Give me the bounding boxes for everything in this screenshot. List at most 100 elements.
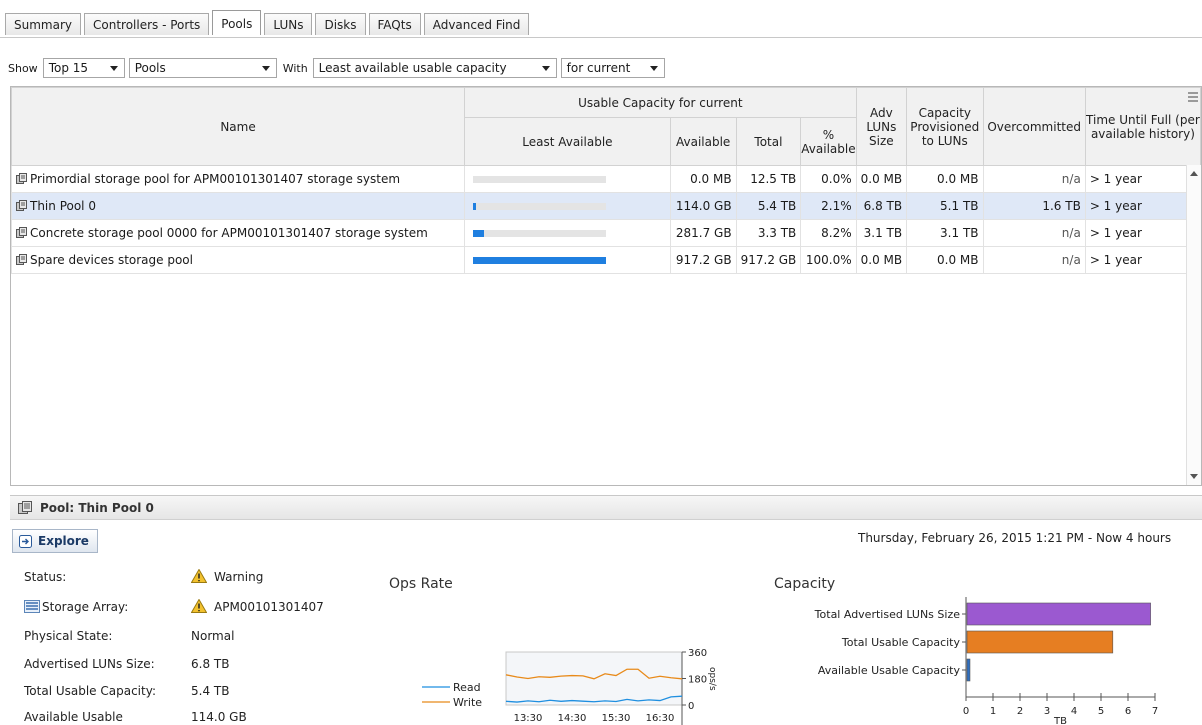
- col-total[interactable]: Total: [735, 117, 802, 166]
- top-n-value: Top 15: [48, 61, 89, 75]
- tab-disks[interactable]: Disks: [315, 13, 366, 35]
- physical-state-value: Normal: [191, 629, 235, 643]
- vertical-scrollbar[interactable]: [1186, 165, 1201, 485]
- cell-adv-luns-size: 0.0 MB: [855, 165, 908, 193]
- table-row[interactable]: Spare devices storage pool 917.2 GB 917.2 …: [11, 246, 1201, 274]
- ops-rate-chart: Read Write ops/s 360 180 0 13:30 14:30 15:30 1…: [422, 648, 717, 725]
- cell-least-available: [464, 165, 671, 193]
- storage-array-value[interactable]: APM00101301407: [190, 598, 324, 614]
- capacity-bar-fill: [473, 229, 484, 237]
- col-adv-luns-size[interactable]: Adv LUNs Size: [855, 87, 908, 166]
- ops-x-tick-label: 15:30: [602, 713, 631, 724]
- cell-overcommitted: n/a: [982, 219, 1086, 247]
- capacity-bar: [966, 630, 1114, 654]
- pools-grid: Name Usable Capacity for current Adv LUN…: [11, 87, 1201, 274]
- col-overcommitted[interactable]: Overcommitted: [982, 87, 1086, 166]
- total-usable-value: 5.4 TB: [191, 684, 230, 698]
- table-row[interactable]: Thin Pool 0 114.0 GB 5.4 TB 2.1% 6.8 TB 5.1 T…: [11, 192, 1201, 220]
- pool-name: Concrete storage pool 0000 for APM001013…: [30, 226, 428, 240]
- period-select[interactable]: for current: [560, 58, 665, 78]
- cell-available: 0.0 MB: [669, 165, 737, 193]
- cell-capacity-provisioned: 5.1 TB: [906, 192, 984, 220]
- period-value: for current: [566, 61, 631, 75]
- legend-write-label: Write: [453, 696, 482, 709]
- explore-label: Explore: [38, 534, 89, 548]
- table-row[interactable]: Concrete storage pool 0000 for APM001013…: [11, 219, 1201, 247]
- scroll-down-icon[interactable]: [1190, 474, 1198, 479]
- scroll-up-icon[interactable]: [1190, 171, 1198, 176]
- cell-total: 3.3 TB: [735, 219, 802, 247]
- tab-pools[interactable]: Pools: [212, 10, 262, 35]
- capacity-category-label: Total Advertised LUNs Size: [814, 608, 961, 621]
- available-usable-value: 114.0 GB: [191, 710, 247, 724]
- storage-array-label: Storage Array:: [24, 600, 128, 614]
- chevron-down-icon: [261, 65, 270, 71]
- explore-button[interactable]: Explore: [12, 529, 98, 553]
- capacity-x-tick-label: 3: [1044, 706, 1050, 717]
- tab-controllers-ports[interactable]: Controllers - Ports: [84, 13, 210, 35]
- cell-total: 917.2 GB: [735, 246, 802, 274]
- top-n-select[interactable]: Top 15: [42, 58, 125, 78]
- tab-advanced-find[interactable]: Advanced Find: [423, 13, 530, 35]
- col-pct-available[interactable]: % Available: [800, 117, 857, 166]
- capacity-bar: [966, 658, 971, 682]
- col-available[interactable]: Available: [669, 117, 737, 166]
- chevron-down-icon: [649, 65, 658, 71]
- cell-least-available: [464, 192, 671, 220]
- col-name[interactable]: Name: [11, 87, 466, 166]
- tab-luns[interactable]: LUNs: [264, 13, 313, 35]
- cell-pct-available: 2.1%: [800, 192, 857, 220]
- cell-name: Concrete storage pool 0000 for APM001013…: [11, 219, 466, 247]
- ops-x-tick-label: 13:30: [514, 713, 543, 724]
- storage-array-text: APM00101301407: [214, 600, 324, 614]
- ops-y-tick-label: 0: [688, 701, 694, 712]
- ops-y-unit: ops/s: [707, 667, 717, 691]
- capacity-x-tick-label: 6: [1125, 706, 1131, 717]
- status-text: Warning: [214, 570, 264, 584]
- col-time-until-full[interactable]: Time Until Full (per available history): [1084, 87, 1201, 166]
- object-type-select[interactable]: Pools: [128, 58, 277, 78]
- col-capacity-provisioned[interactable]: Capacity Provisioned to LUNs: [906, 87, 984, 166]
- capacity-bar: [473, 256, 607, 264]
- physical-state-label: Physical State:: [24, 629, 113, 643]
- col-least-available[interactable]: Least Available: [464, 117, 671, 166]
- ops-x-tick-label: 16:30: [646, 713, 675, 724]
- with-label: With: [282, 61, 308, 75]
- cell-available: 917.2 GB: [669, 246, 737, 274]
- metric-select[interactable]: Least available usable capacity: [312, 58, 557, 78]
- capacity-bar: [473, 202, 607, 210]
- tab-summary[interactable]: Summary: [5, 13, 81, 35]
- column-menu-icon[interactable]: [1188, 92, 1198, 102]
- legend-read-label: Read: [453, 681, 481, 694]
- capacity-x-axis-label: TB: [1053, 716, 1067, 725]
- table-row[interactable]: Primordial storage pool for APM001013014…: [11, 165, 1201, 193]
- tab-bar: Summary Controllers - Ports Pools LUNs Disks…: [0, 0, 1202, 38]
- total-usable-label: Total Usable Capacity:: [24, 684, 156, 698]
- tabs: Summary Controllers - Ports Pools LUNs Disks…: [5, 10, 530, 35]
- cell-pct-available: 100.0%: [800, 246, 857, 274]
- filter-row: Show Top 15 Pools With Least available u…: [8, 57, 669, 79]
- cell-capacity-provisioned: 0.0 MB: [906, 246, 984, 274]
- cell-adv-luns-size: 3.1 TB: [855, 219, 908, 247]
- cell-overcommitted: 1.6 TB: [982, 192, 1086, 220]
- capacity-title: Capacity: [774, 576, 836, 592]
- cell-overcommitted: n/a: [982, 246, 1086, 274]
- capacity-x-tick-label: 4: [1071, 706, 1077, 717]
- ops-x-tick-label: 14:30: [558, 713, 587, 724]
- cell-available: 281.7 GB: [669, 219, 737, 247]
- pool-icon: [16, 200, 27, 211]
- pool-name: Primordial storage pool for APM001013014…: [30, 172, 401, 186]
- warning-icon: [190, 598, 208, 613]
- object-type-value: Pools: [134, 61, 166, 75]
- cell-available: 114.0 GB: [669, 192, 737, 220]
- capacity-bar-fill: [473, 202, 476, 210]
- metric-value: Least available usable capacity: [318, 61, 507, 75]
- tab-faqts[interactable]: FAQts: [368, 13, 421, 35]
- cell-time-until-full: > 1 year: [1084, 246, 1201, 274]
- capacity-bar: [473, 175, 607, 183]
- advertised-luns-label: Advertised LUNs Size:: [24, 657, 155, 671]
- cell-pct-available: 8.2%: [800, 219, 857, 247]
- warning-icon: [190, 568, 208, 583]
- cell-time-until-full: > 1 year: [1084, 192, 1201, 220]
- col-time-until-full-label: Time Until Full (per available history): [1086, 112, 1200, 141]
